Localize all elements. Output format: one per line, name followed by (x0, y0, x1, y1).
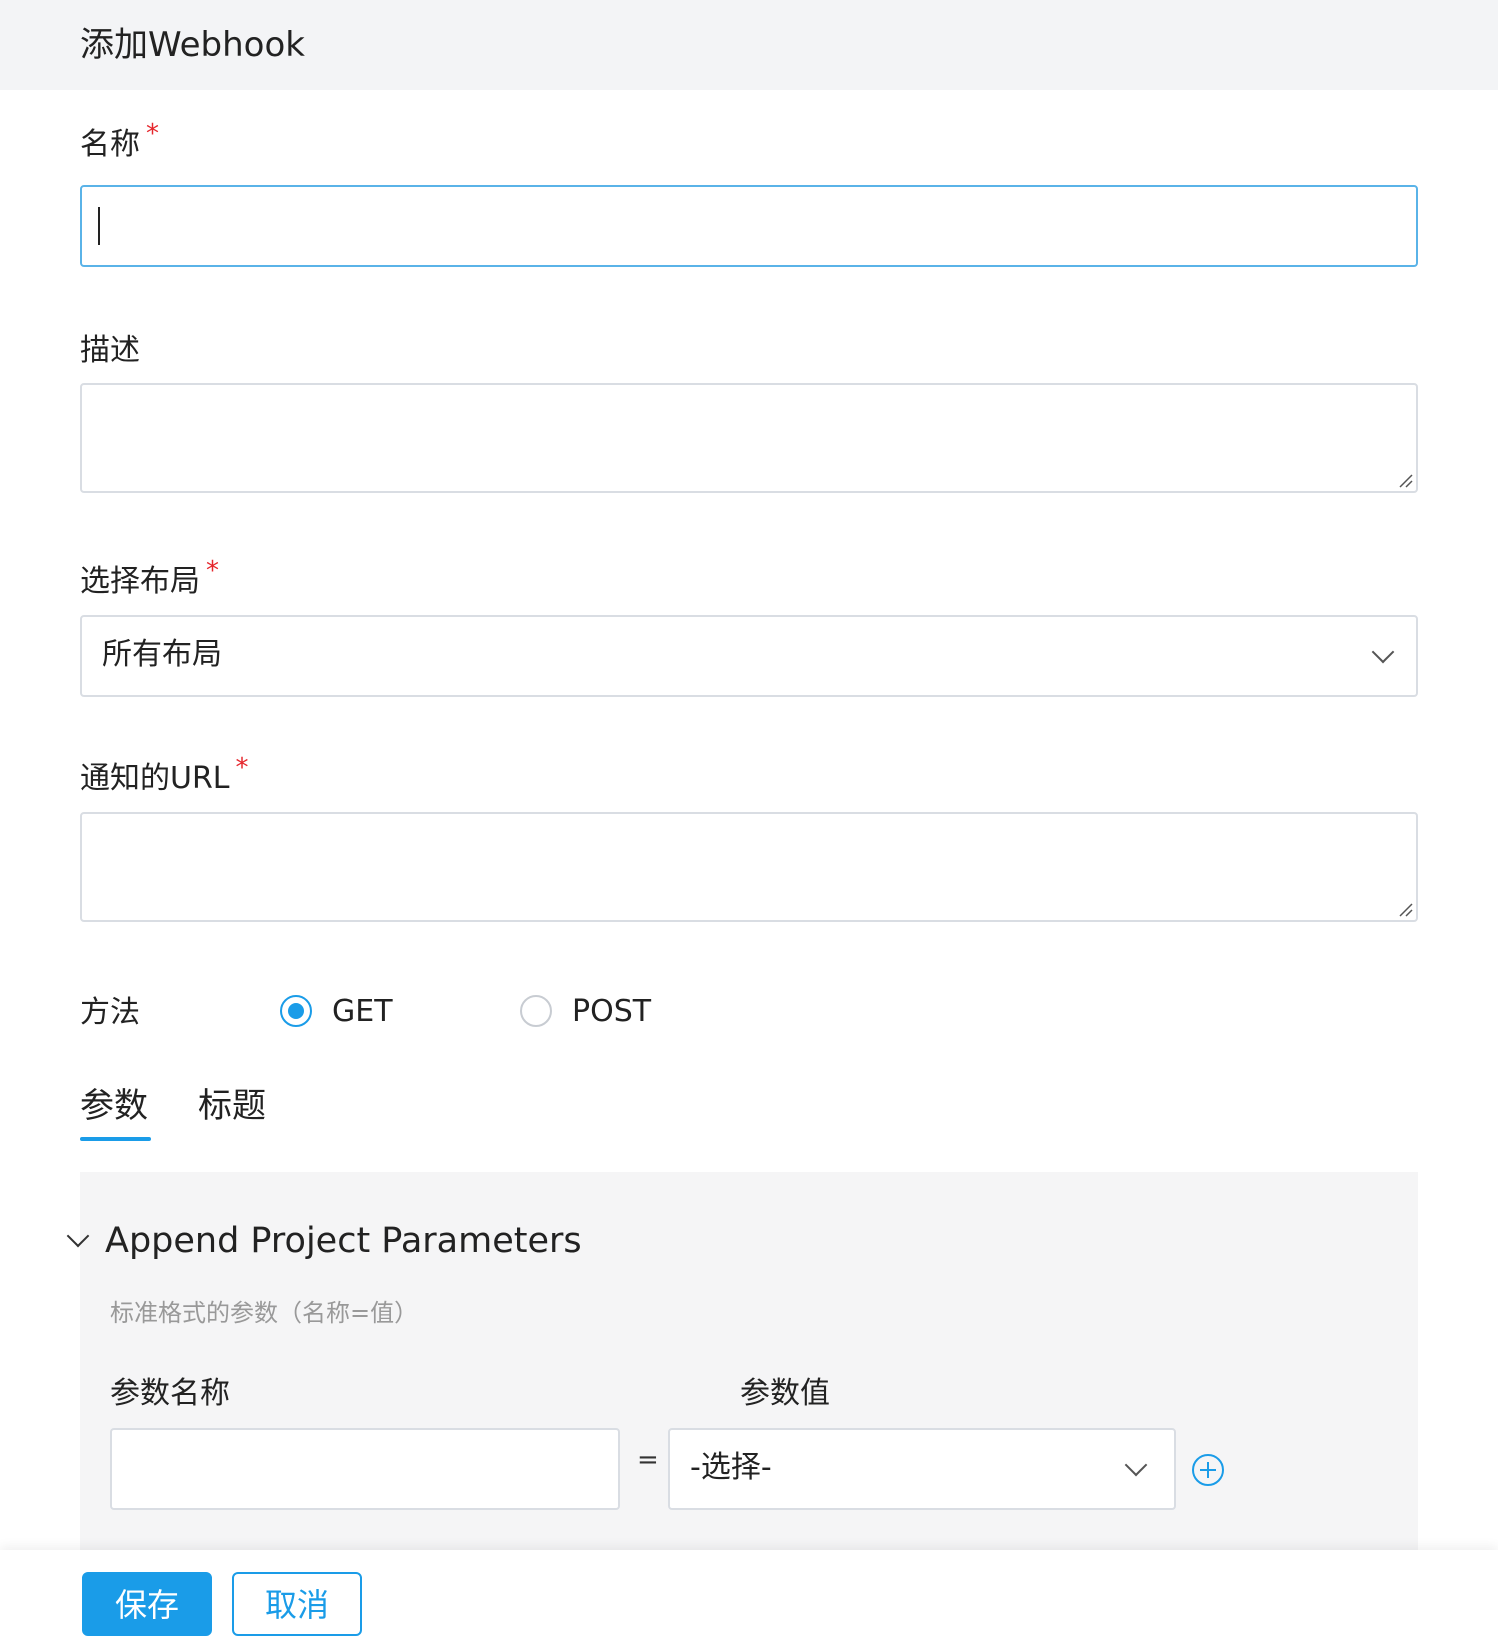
layout-select[interactable]: 所有布局 (80, 615, 1418, 697)
url-label-text: 通知的URL (80, 761, 230, 796)
chevron-down-icon (1371, 640, 1395, 664)
text-caret (98, 207, 100, 245)
resize-grip-icon[interactable] (1397, 901, 1413, 917)
param-value-column-label: 参数值 (740, 1376, 830, 1411)
dialog-title: 添加Webhook (80, 25, 305, 65)
name-required-mark: * (146, 119, 159, 149)
param-value-select-text: -选择- (690, 1450, 772, 1485)
layout-label-text: 选择布局 (80, 564, 200, 599)
plus-circle-icon[interactable] (1191, 1453, 1225, 1487)
url-label: 通知的URL * (80, 753, 249, 800)
panel-title[interactable]: Append Project Parameters (105, 1218, 582, 1264)
layout-label: 选择布局 * (80, 556, 219, 603)
description-textarea[interactable] (80, 383, 1418, 493)
name-label: 名称 * (80, 119, 159, 166)
url-textarea[interactable] (80, 812, 1418, 922)
dialog-header: 添加Webhook (0, 0, 1498, 90)
description-label: 描述 (80, 333, 140, 368)
param-name-input[interactable] (110, 1428, 620, 1510)
method-get-radio[interactable] (280, 995, 312, 1027)
chevron-down-icon (1124, 1453, 1148, 1477)
cancel-button[interactable]: 取消 (232, 1572, 362, 1636)
active-tab-indicator (80, 1137, 151, 1141)
method-post-radio[interactable] (520, 995, 552, 1027)
name-input[interactable] (80, 185, 1418, 267)
param-name-column-label: 参数名称 (110, 1376, 230, 1411)
url-required-mark: * (235, 753, 249, 783)
param-value-select[interactable]: -选择- (668, 1428, 1176, 1510)
dialog-footer (0, 1550, 1498, 1652)
layout-select-value: 所有布局 (102, 637, 222, 672)
layout-required-mark: * (206, 556, 219, 586)
method-post-label[interactable]: POST (572, 992, 651, 1032)
name-label-text: 名称 (80, 127, 140, 162)
tab-headers[interactable]: 标题 (198, 1083, 266, 1129)
equals-sign: = (637, 1445, 659, 1475)
resize-grip-icon[interactable] (1397, 472, 1413, 488)
save-button[interactable]: 保存 (82, 1572, 212, 1636)
method-label: 方法 (80, 995, 140, 1030)
method-get-label[interactable]: GET (332, 992, 393, 1032)
tab-params[interactable]: 参数 (80, 1083, 148, 1129)
panel-hint: 标准格式的参数（名称=值） (110, 1299, 419, 1327)
